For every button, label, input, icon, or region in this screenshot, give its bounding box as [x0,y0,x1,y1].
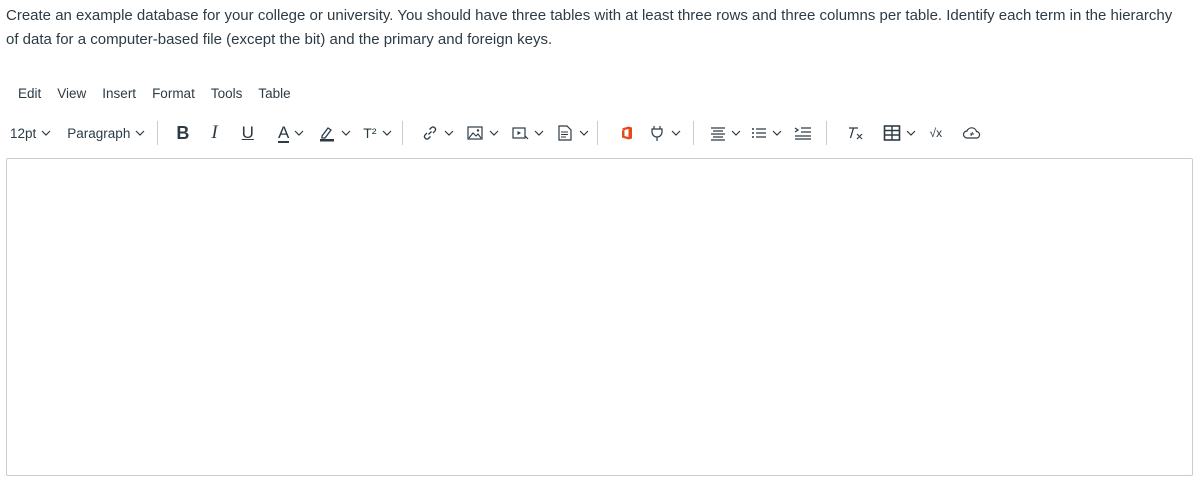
link-button[interactable] [421,119,454,147]
table-icon [883,125,900,141]
media-button[interactable] [511,119,544,147]
link-icon [423,126,436,140]
superscript-icon: T² [363,125,377,141]
bold-button[interactable]: B [176,119,189,147]
cloud-icon [963,127,981,139]
question-text: Create an example database for your coll… [6,7,1173,48]
font-size-value: 12pt [10,125,37,141]
document-button[interactable] [556,119,589,147]
image-button[interactable] [466,119,499,147]
chevron-down-icon [731,130,740,136]
image-icon [466,126,483,140]
chevron-down-icon [294,130,304,136]
font-size-dropdown[interactable]: 12pt [10,119,51,147]
chevron-down-icon [135,130,145,136]
menu-edit[interactable]: Edit [10,84,49,104]
chevron-down-icon [534,130,543,136]
rich-text-editor-area[interactable] [6,158,1193,476]
equation-button[interactable]: √x [930,119,943,147]
bold-icon: B [176,122,190,143]
table-button[interactable] [883,119,916,147]
chevron-down-icon [671,130,680,136]
editor-toolbar: 12pt Paragraph B I U A T² √x [10,118,1192,148]
menu-table[interactable]: Table [250,84,298,104]
plugin-button[interactable] [648,119,681,147]
equation-icon: √x [929,126,943,140]
superscript-button[interactable]: T² [363,119,391,147]
chevron-down-icon [772,130,781,136]
toolbar-divider [401,121,403,145]
highlighter-icon [320,127,335,142]
office-icon [621,126,632,140]
underline-icon: U [241,123,254,142]
chevron-down-icon [579,130,588,136]
clear-formatting-button[interactable] [847,119,865,147]
toolbar-divider [825,121,827,145]
toolbar-divider [596,121,598,145]
indent-button[interactable] [794,119,812,147]
editor-menubar: Edit View Insert Format Tools Table [10,84,299,104]
toolbar-divider [692,121,694,145]
chevron-down-icon [489,130,498,136]
chevron-down-icon [444,130,453,136]
italic-icon: I [211,122,218,143]
align-icon [710,127,725,141]
clear-format-icon [848,127,862,140]
media-icon [511,127,528,140]
block-format-value: Paragraph [67,125,131,141]
chevron-down-icon [382,130,391,136]
office-button[interactable] [620,119,634,147]
highlight-color-button[interactable] [318,119,351,147]
underline-button[interactable]: U [242,119,254,147]
plugin-icon [650,126,663,141]
chevron-down-icon [41,130,51,136]
toolbar-divider [157,121,159,145]
text-color-icon: A [277,122,290,143]
list-button[interactable] [751,119,782,147]
text-color-button[interactable]: A [277,119,304,147]
block-format-dropdown[interactable]: Paragraph [67,119,145,147]
chevron-down-icon [341,130,351,136]
chevron-down-icon [906,130,915,136]
menu-insert[interactable]: Insert [94,84,144,104]
italic-button[interactable]: I [211,119,217,147]
menu-view[interactable]: View [49,84,94,104]
cloud-button[interactable] [962,119,982,147]
menu-format[interactable]: Format [144,84,203,104]
list-icon [751,128,766,138]
indent-icon [794,127,811,140]
align-button[interactable] [710,119,741,147]
document-icon [557,125,572,141]
menu-tools[interactable]: Tools [203,84,251,104]
